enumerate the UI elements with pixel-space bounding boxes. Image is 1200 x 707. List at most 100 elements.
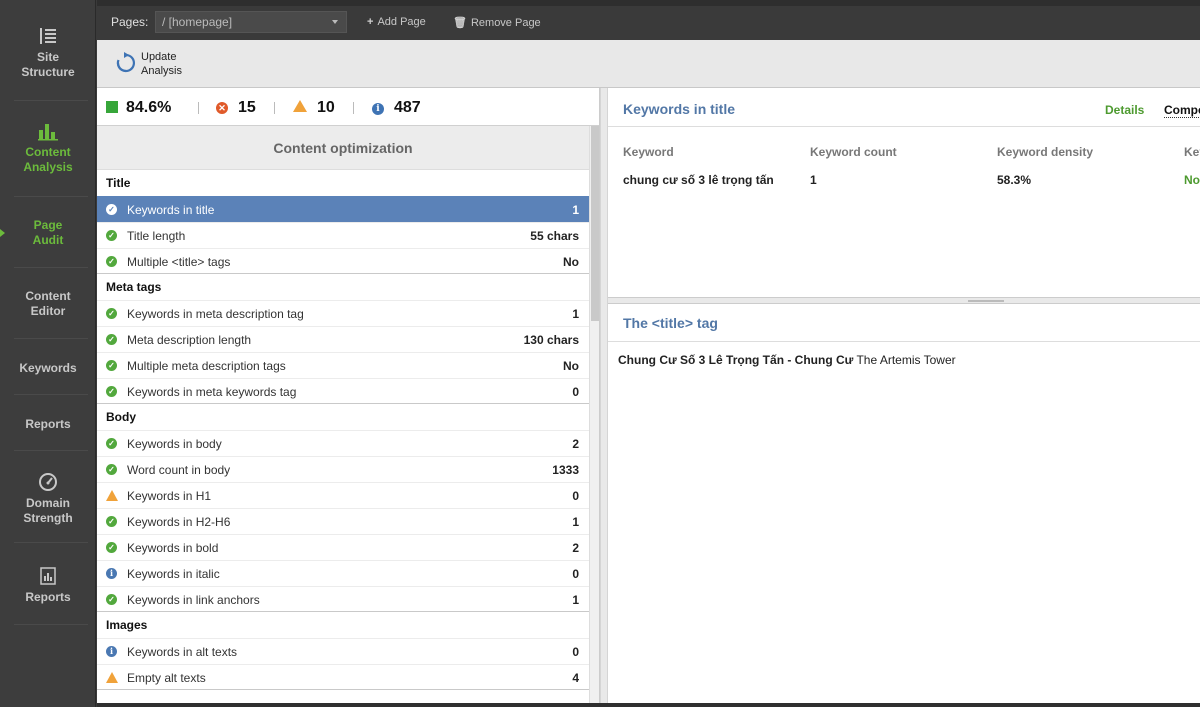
pages-label: Pages: <box>111 15 149 29</box>
factor-name: Keywords in alt texts <box>127 645 238 659</box>
check-icon: ✓ <box>106 542 117 553</box>
factor-row-empty-alt-texts[interactable]: Empty alt texts 4 <box>97 664 589 690</box>
remove-page-label: Remove Page <box>470 17 541 29</box>
factor-row-meta-description-length[interactable]: ✓ Meta description length 130 chars <box>97 326 589 352</box>
factor-value: No <box>563 359 579 373</box>
factor-value: 55 chars <box>530 229 579 243</box>
plus-icon: + <box>367 16 374 28</box>
top-bar: Pages: / [homepage] + Add Page 🗑 Remove Pa… <box>97 0 1200 40</box>
sidebar-label: Content <box>25 289 71 303</box>
factor-row-keywords-in-bold[interactable]: ✓ Keywords in bold 2 <box>97 534 589 560</box>
factor-name: Keywords in link anchors <box>127 593 260 607</box>
factor-value: 1 <box>572 593 579 607</box>
info-icon: i <box>106 568 117 579</box>
content-optimization-panel: 84.6% ✕ 15 10 i 487 Content optimization T… <box>97 88 600 703</box>
add-page-label: Add Page <box>377 16 426 28</box>
summary-divider <box>274 102 275 114</box>
sidebar-divider <box>14 196 88 197</box>
column-header-keyword-density[interactable]: Keyword density <box>997 145 1093 159</box>
sidebar-divider <box>14 267 88 268</box>
sidebar-label: Strength <box>23 511 73 525</box>
factor-row-title-length[interactable]: ✓ Title length 55 chars <box>97 222 589 248</box>
factor-value: 1333 <box>552 463 579 477</box>
factor-row-keywords-in-italic[interactable]: i Keywords in italic 0 <box>97 560 589 586</box>
score-summary: 84.6% <box>106 99 171 117</box>
factor-row-keywords-in-h2-h6[interactable]: ✓ Keywords in H2-H6 1 <box>97 508 589 534</box>
factor-row-multiple-meta-description-tags[interactable]: ✓ Multiple meta description tags No <box>97 352 589 378</box>
factor-value: 1 <box>572 515 579 529</box>
report-doc-icon <box>40 567 56 585</box>
scrollbar-thumb[interactable] <box>591 126 599 321</box>
factor-value: No <box>563 255 579 269</box>
factor-value: 2 <box>572 437 579 451</box>
pages-dropdown[interactable]: / [homepage] <box>155 11 347 33</box>
keywords-in-title-panel: Keywords in title Details Compe Keyword … <box>608 88 1200 298</box>
sidebar-item-domain-strength[interactable]: Domain Strength <box>0 472 96 526</box>
factor-row-keywords-in-meta-description[interactable]: ✓ Keywords in meta description tag 1 <box>97 300 589 326</box>
title-tag-content: Chung Cư Số 3 Lê Trọng Tấn - Chung Cư Th… <box>618 353 956 367</box>
info-icon: i <box>106 646 117 657</box>
vertical-scrollbar[interactable] <box>589 126 599 703</box>
check-icon: ✓ <box>106 594 117 605</box>
details-tab[interactable]: Details <box>1105 103 1144 117</box>
sidebar-item-site-structure[interactable]: Site Structure <box>0 26 96 80</box>
sidebar-divider <box>14 338 88 339</box>
section-title: Title <box>97 170 589 196</box>
sidebar-divider <box>14 624 88 625</box>
sidebar-item-content-analysis[interactable]: Content Analysis <box>0 121 96 175</box>
summary-divider <box>198 102 199 114</box>
sidebar-label: Editor <box>30 304 66 318</box>
competitors-tab[interactable]: Compe <box>1164 103 1200 118</box>
check-icon: ✓ <box>106 386 117 397</box>
cell-keyword: chung cư số 3 lê trọng tấn <box>623 173 774 187</box>
column-header-key[interactable]: Key <box>1184 145 1200 159</box>
factor-row-keywords-in-meta-keywords[interactable]: ✓ Keywords in meta keywords tag 0 <box>97 378 589 404</box>
factor-row-keywords-in-alt-texts[interactable]: i Keywords in alt texts 0 <box>97 638 589 664</box>
factor-row-keywords-in-link-anchors[interactable]: ✓ Keywords in link anchors 1 <box>97 586 589 612</box>
toolbar: Update Analysis <box>97 40 1200 88</box>
section-body: Body <box>97 404 589 430</box>
factor-name: Word count in body <box>127 463 231 477</box>
panel-divider <box>608 126 1200 127</box>
section-images: Images <box>97 612 589 638</box>
vertical-splitter[interactable] <box>600 88 608 703</box>
info-count: 487 <box>394 99 421 116</box>
sidebar-divider <box>14 542 88 543</box>
factor-name: Keywords in body <box>127 437 222 451</box>
score-square-icon <box>106 101 118 113</box>
sidebar-label: Structure <box>21 65 75 79</box>
splitter-grip[interactable] <box>968 300 1004 302</box>
remove-page-button[interactable]: 🗑 Remove Page <box>453 16 541 29</box>
gauge-icon <box>39 473 57 491</box>
update-label-line2: Analysis <box>141 65 182 77</box>
column-header-keyword-count[interactable]: Keyword count <box>810 145 897 159</box>
add-page-button[interactable]: + Add Page <box>367 16 426 28</box>
factor-row-multiple-title-tags[interactable]: ✓ Multiple <title> tags No <box>97 248 589 274</box>
factor-row-word-count-in-body[interactable]: ✓ Word count in body 1333 <box>97 456 589 482</box>
check-icon: ✓ <box>106 308 117 319</box>
factor-value: 0 <box>572 385 579 399</box>
sidebar-label: Site <box>36 50 59 64</box>
refresh-icon <box>116 52 135 73</box>
factor-row-keywords-in-title[interactable]: ✓ Keywords in title 1 <box>97 196 589 222</box>
sidebar-label: Page <box>33 218 63 232</box>
check-icon: ✓ <box>106 360 117 371</box>
sidebar-item-reports[interactable]: Reports <box>0 417 96 432</box>
factor-row-keywords-in-body[interactable]: ✓ Keywords in body 2 <box>97 430 589 456</box>
factor-name: Meta description length <box>127 333 252 347</box>
sidebar-item-content-editor[interactable]: Content Editor <box>0 289 96 319</box>
factor-value: 1 <box>572 307 579 321</box>
check-icon: ✓ <box>106 438 117 449</box>
factor-row-keywords-in-h1[interactable]: Keywords in H1 0 <box>97 482 589 508</box>
sidebar-item-keywords[interactable]: Keywords <box>0 361 96 376</box>
sidebar-label: Keywords <box>19 361 77 375</box>
check-icon: ✓ <box>106 204 117 215</box>
panel-title: Keywords in title <box>623 101 736 117</box>
warnings-count: 10 <box>317 99 335 116</box>
warning-icon <box>106 672 118 683</box>
column-header-keyword[interactable]: Keyword <box>623 145 674 159</box>
sidebar-item-page-audit[interactable]: Page Audit <box>0 218 96 248</box>
factor-name: Keywords in H1 <box>127 489 212 503</box>
sidebar-item-reports-2[interactable]: Reports <box>0 566 96 605</box>
sidebar-divider <box>14 100 88 101</box>
